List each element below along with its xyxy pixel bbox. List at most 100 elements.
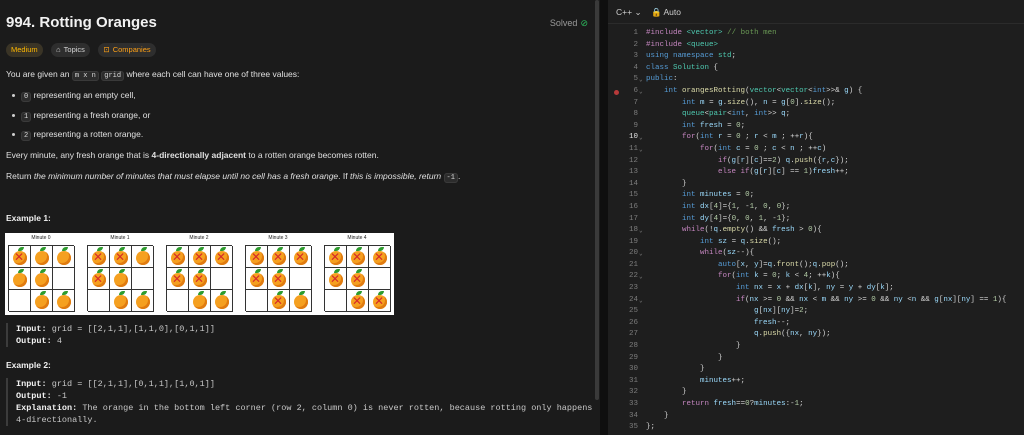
grid-minute-1: ✕ ✕ ✕ (87, 245, 154, 312)
orange-icon (13, 269, 27, 287)
bullet-dot (12, 94, 15, 98)
grid-cell: ✕ (246, 246, 268, 268)
code-line[interactable]: 23 int nx = x + dx[k], ny = y + dy[k]; (608, 283, 1024, 295)
code-line[interactable]: 32 } (608, 387, 1024, 399)
output-value: -1 (56, 391, 68, 401)
topics-button[interactable]: ⌂ Topics (51, 43, 90, 57)
panel-divider[interactable] (600, 0, 608, 435)
example-2-output: Output: -1 (16, 390, 592, 402)
code-line[interactable]: 1 #include <vector> // both men (608, 28, 1024, 40)
orange-icon (114, 291, 128, 309)
rotten-mark-icon: ✕ (194, 272, 205, 286)
rotten-mark-icon: ✕ (14, 250, 25, 264)
bullet-dot (12, 133, 15, 137)
code-line[interactable]: 24 ⌄ if(nx >= 0 && nx < m && ny >= 0 && n… (608, 295, 1024, 307)
grid-cell (31, 268, 53, 290)
language-label: C++ (616, 7, 633, 17)
rule-text-1: Every minute, any fresh orange that is (6, 150, 150, 160)
code-line[interactable]: 19 int sz = q.size(); (608, 237, 1024, 249)
code-line[interactable]: 14 } (608, 179, 1024, 191)
lock-icon: 🔒 (651, 7, 662, 17)
rotten-mark-icon: ✕ (93, 250, 104, 264)
companies-label: Companies (112, 45, 151, 54)
code-line[interactable]: 34 } (608, 411, 1024, 423)
code-line[interactable]: 29 } (608, 353, 1024, 365)
rotten-mark-icon: ✕ (352, 250, 363, 264)
code-line[interactable]: 4 class Solution { (608, 63, 1024, 75)
difficulty-badge[interactable]: Medium (6, 43, 43, 57)
code-line[interactable]: 6 ⌄ int orangesRotting(vector<vector<int>… (608, 86, 1024, 98)
example-2-io: Input: grid = [[2,1,1],[0,1,1],[1,0,1]] … (6, 378, 592, 426)
code-line[interactable]: 27 q.push({nx, ny}); (608, 329, 1024, 341)
code-line[interactable]: 3 using namespace std; (608, 51, 1024, 63)
language-selector[interactable]: C++ ⌄ (616, 7, 642, 18)
code-line[interactable]: 10 ⌄ for(int r = 0 ; r < m ; ++r){ (608, 132, 1024, 144)
example-1-output: Output: 4 (16, 335, 215, 347)
grid-cell (53, 246, 75, 268)
grid-cell (31, 290, 53, 312)
orange-icon (294, 291, 308, 309)
input-value: grid = [[2,1,1],[0,1,1],[1,0,1]] (51, 379, 215, 389)
bullet-item: 0 representing an empty cell, (12, 89, 136, 103)
code-line[interactable]: 30 } (608, 364, 1024, 376)
code-line[interactable]: 15 int minutes = 0; (608, 190, 1024, 202)
code-line[interactable]: 26 fresh--; (608, 318, 1024, 330)
bullet-item: 1 representing a fresh orange, or (12, 109, 150, 123)
rule-text-2: to a rotten orange becomes rotten. (248, 150, 379, 160)
code-line[interactable]: 16 int dx[4]={1, -1, 0, 0}; (608, 202, 1024, 214)
rotten-mark-icon: ✕ (172, 272, 183, 286)
grid-cell (132, 246, 154, 268)
code-line[interactable]: 20 ⌄ while(sz--){ (608, 248, 1024, 260)
orange-icon (35, 269, 49, 287)
companies-button[interactable]: ⊡ Companies (98, 43, 156, 57)
rotten-mark-icon: ✕ (115, 250, 126, 264)
code-line[interactable]: 21 auto[x, y]=q.front();q.pop(); (608, 260, 1024, 272)
return-text-2: . If (338, 171, 348, 181)
code-line[interactable]: 17 int dy[4]={0, 0, 1, -1}; (608, 214, 1024, 226)
code-line[interactable]: 13 else if(g[r][c] == 1)fresh++; (608, 167, 1024, 179)
code-line[interactable]: 9 int fresh = 0; (608, 121, 1024, 133)
code-line[interactable]: 11 ⌄ for(int c = 0 ; c < n ; ++c) (608, 144, 1024, 156)
code-line[interactable]: 2 #include <queue> (608, 40, 1024, 52)
topics-label: Topics (63, 45, 85, 54)
code-line[interactable]: 35}; (608, 422, 1024, 434)
grid-minute-0: ✕ (8, 245, 75, 312)
code-line[interactable]: 25 g[nx][ny]=2; (608, 306, 1024, 318)
rotten-mark-icon: ✕ (172, 250, 183, 264)
code-line[interactable]: 28 } (608, 341, 1024, 353)
return-end: . (457, 171, 461, 181)
rotten-mark-icon: ✕ (194, 250, 205, 264)
output-label: Output: (16, 391, 52, 401)
orange-icon (136, 291, 150, 309)
grid-cell: ✕ (211, 246, 233, 268)
auto-mode-toggle[interactable]: 🔒 Auto (651, 7, 681, 18)
code-line[interactable]: 8 queue<pair<int, int>> q; (608, 109, 1024, 121)
rule-bold: 4-directionally adjacent (151, 150, 247, 160)
minute-label: Minute 1 (110, 235, 130, 241)
code-line[interactable]: 22 ⌄ for(int k = 0; k < 4; ++k){ (608, 271, 1024, 283)
code-line[interactable]: 18 ⌄ while(!q.empty() && fresh > 0){ (608, 225, 1024, 237)
code-lines[interactable]: 1 #include <vector> // both men 2 #include… (608, 28, 1024, 434)
grid-cell: ✕ (347, 268, 369, 290)
code-line[interactable]: 5 ⌄ public: (608, 74, 1024, 86)
grid-cell: ✕ (290, 246, 312, 268)
check-circle-icon: ⊘ (580, 18, 588, 28)
code-line[interactable]: 12 if(g[r][c]==2) q.push({r,c}); (608, 156, 1024, 168)
grid-cell: ✕ (347, 246, 369, 268)
code-line[interactable]: 33 return fresh==0?minutes:-1; (608, 399, 1024, 411)
code-line[interactable]: 31 minutes++; (608, 376, 1024, 388)
grid-minute-4: ✕ ✕ ✕ ✕ ✕ ✕ ✕ (324, 245, 391, 312)
bullet-dot (12, 114, 15, 118)
grid-cell: ✕ (167, 268, 189, 290)
code-editor-panel: C++ ⌄ 🔒 Auto 1 #include <vector> // both … (608, 0, 1024, 435)
code-line[interactable]: 7 int m = g.size(), n = g[0].size(); (608, 98, 1024, 110)
solved-label: Solved (549, 18, 578, 28)
output-value: 4 (56, 336, 62, 346)
grid-cell: ✕ (268, 268, 290, 290)
orange-icon (136, 247, 150, 265)
editor-toolbar: C++ ⌄ 🔒 Auto (608, 0, 1024, 24)
description-scrollbar[interactable] (595, 0, 599, 400)
intro-code-grid: grid (101, 71, 125, 81)
rotten-mark-icon: ✕ (374, 294, 385, 308)
example-2-explanation-cont: 4-directionally. (16, 415, 98, 425)
